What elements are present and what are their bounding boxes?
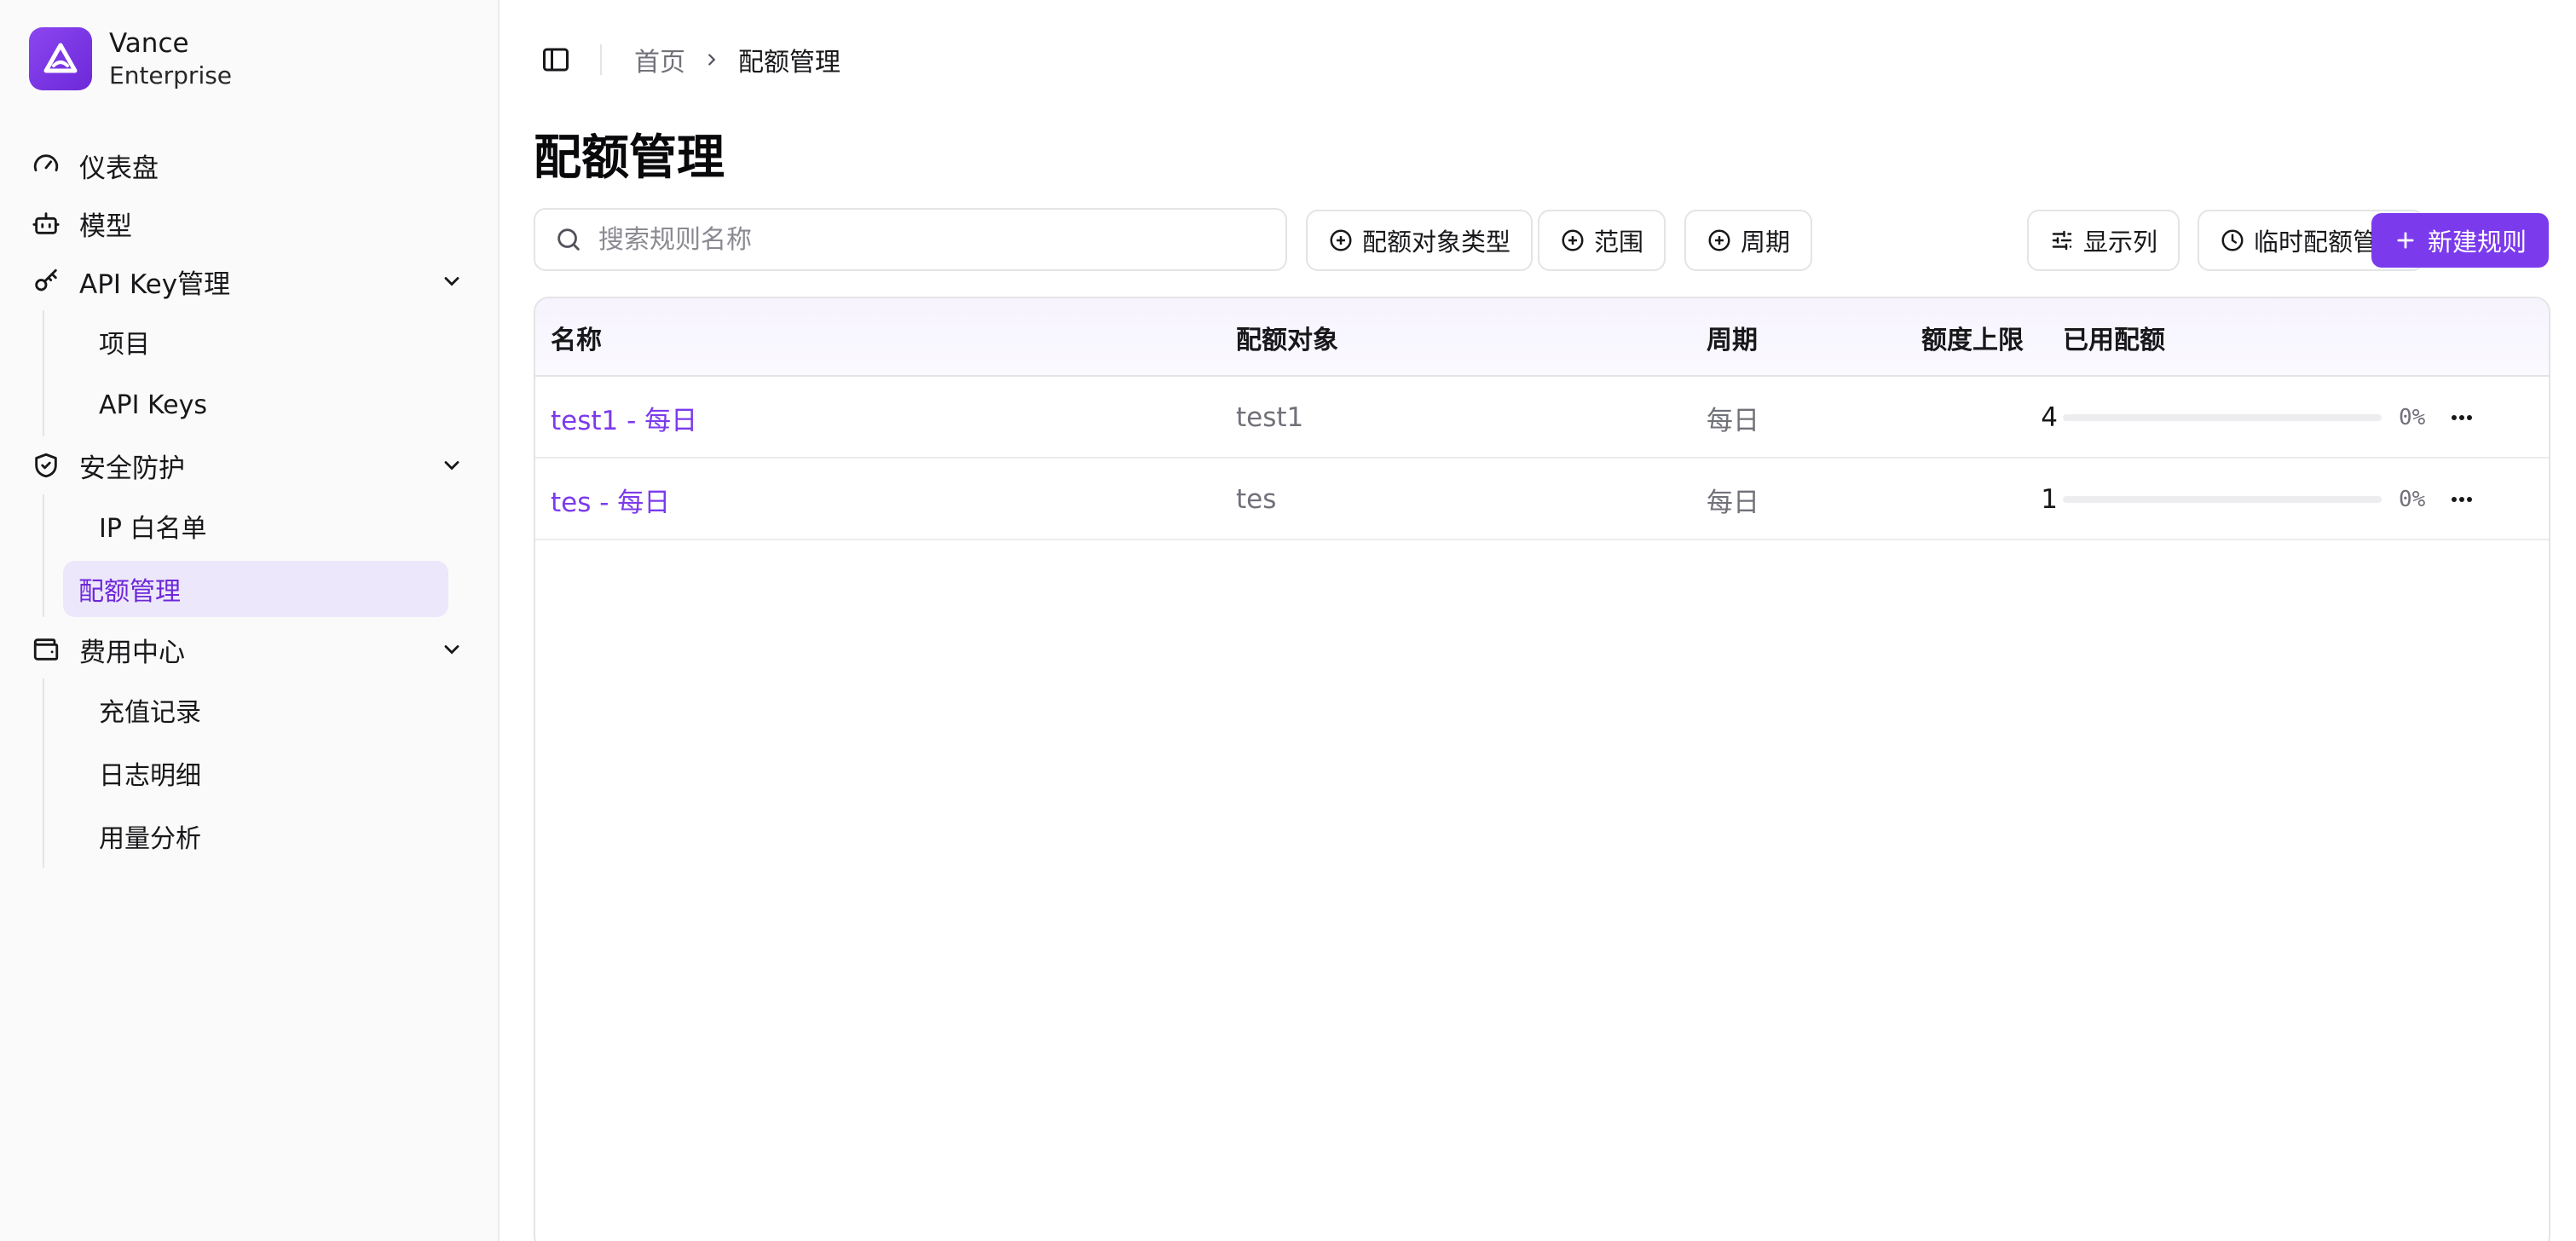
plus-circle-icon [1330, 229, 1352, 251]
display-columns-label: 显示列 [2083, 228, 2158, 257]
api-key-submenu: 项目 API Keys [43, 310, 472, 436]
filter-scope-label: 范围 [1594, 228, 1644, 257]
sidebar-item-label: 安全防护 [79, 453, 185, 484]
sidebar-item-quota-management[interactable]: 配额管理 [63, 561, 448, 617]
clock-icon [2221, 229, 2244, 251]
gauge-icon [31, 150, 61, 181]
usage-progress: 0% [2063, 377, 2425, 459]
sidebar-item-billing[interactable]: 费用中心 [29, 620, 472, 678]
sidebar-item-label: 费用中心 [79, 637, 185, 668]
brand-subtitle: Enterprise [109, 61, 233, 89]
sidebar-item-models[interactable]: 模型 [29, 194, 472, 252]
rule-period: 每日 [1707, 405, 1759, 436]
brand-logo-icon [29, 27, 92, 90]
rule-period: 每日 [1707, 487, 1759, 518]
row-actions-button[interactable] [2445, 484, 2479, 515]
plus-circle-icon [1708, 229, 1730, 251]
table-row[interactable]: test1 - 每日 test1 每日 4 0% [535, 377, 2549, 459]
sidebar-item-label: API Key管理 [79, 268, 231, 300]
filter-period-label: 周期 [1741, 228, 1791, 257]
usage-percent: 0% [2399, 405, 2426, 430]
sidebar-item-usage-analysis[interactable]: 用量分析 [63, 805, 448, 868]
quota-rules-table: 名称 配额对象 周期 额度上限 已用配额 test1 - 每日 test1 每日… [534, 297, 2550, 1241]
main-content: 首页 配额管理 配额管理 配额对象类型 范围 [500, 0, 2576, 1241]
wallet-icon [31, 634, 61, 665]
filter-period-button[interactable]: 周期 [1684, 210, 1813, 271]
column-header-used[interactable]: 已用配额 [2063, 298, 2165, 377]
table-header: 名称 配额对象 周期 额度上限 已用配额 [535, 298, 2549, 377]
rule-name-link[interactable]: test1 - 每日 [551, 377, 697, 459]
search-box [534, 208, 1287, 271]
topbar: 首页 配额管理 [534, 34, 840, 85]
sidebar-item-projects[interactable]: 项目 [63, 310, 448, 373]
filter-target-type-button[interactable]: 配额对象类型 [1306, 210, 1533, 271]
usage-progress-bar [2063, 496, 2382, 503]
rule-name-link[interactable]: tes - 每日 [551, 459, 670, 540]
sliders-icon [2052, 230, 2072, 251]
sidebar-item-log-details[interactable]: 日志明细 [63, 742, 448, 805]
shield-check-icon [31, 450, 61, 481]
column-header-period[interactable]: 周期 [1707, 298, 1758, 377]
column-header-limit[interactable]: 额度上限 [1921, 298, 2024, 377]
rule-limit: 4 [2041, 402, 2058, 433]
brand[interactable]: Vance Enterprise [29, 27, 232, 90]
more-horizontal-icon [2452, 415, 2472, 420]
chevron-down-icon[interactable] [440, 453, 464, 477]
filter-scope-button[interactable]: 范围 [1538, 210, 1666, 271]
breadcrumb-home[interactable]: 首页 [634, 41, 685, 78]
chevron-down-icon[interactable] [440, 269, 464, 293]
key-icon [31, 266, 61, 297]
new-rule-label: 新建规则 [2427, 228, 2527, 257]
sidebar-toggle-button[interactable] [534, 38, 578, 82]
toolbar: 配额对象类型 范围 周期 显示列 临时配额管理 新建规则 [534, 208, 2549, 273]
security-submenu: IP 白名单 配额管理 [43, 494, 472, 617]
sidebar-item-recharge-records[interactable]: 充值记录 [63, 678, 448, 742]
brand-name: Vance [109, 28, 189, 60]
panel-left-icon [543, 48, 569, 72]
new-rule-button[interactable]: 新建规则 [2371, 213, 2549, 268]
breadcrumb-current: 配额管理 [738, 48, 840, 78]
sidebar-item-label: 仪表盘 [79, 153, 159, 184]
sidebar-nav: 仪表盘 模型 API Key管理 项目 API Keys 安全防护 IP 白名单… [29, 136, 472, 868]
more-horizontal-icon [2452, 497, 2472, 502]
rule-limit: 1 [2041, 484, 2058, 515]
sidebar-item-api-key-management[interactable]: API Key管理 [29, 252, 472, 310]
column-header-target[interactable]: 配额对象 [1236, 298, 1338, 377]
table-row[interactable]: tes - 每日 tes 每日 1 0% [535, 459, 2549, 540]
chevron-down-icon[interactable] [440, 638, 464, 661]
column-header-name[interactable]: 名称 [551, 298, 602, 377]
sidebar-item-ip-whitelist[interactable]: IP 白名单 [63, 494, 448, 557]
usage-percent: 0% [2399, 487, 2426, 512]
sidebar-item-dashboard[interactable]: 仪表盘 [29, 136, 472, 194]
divider [600, 44, 602, 75]
sidebar-item-label: 模型 [79, 211, 132, 242]
billing-submenu: 充值记录 日志明细 用量分析 [43, 678, 472, 868]
sidebar: Vance Enterprise 仪表盘 模型 API Key管理 项目 API… [0, 0, 500, 1241]
rule-target: tes [1236, 484, 1277, 515]
display-columns-button[interactable]: 显示列 [2027, 210, 2180, 271]
rule-target: test1 [1236, 402, 1304, 433]
sidebar-item-api-keys[interactable]: API Keys [63, 373, 448, 436]
sidebar-item-security[interactable]: 安全防护 [29, 436, 472, 494]
usage-progress-bar [2063, 414, 2382, 421]
row-actions-button[interactable] [2445, 402, 2479, 433]
plus-icon [2397, 232, 2414, 249]
search-icon [557, 228, 580, 251]
search-input[interactable] [598, 224, 1246, 255]
page-title: 配额管理 [534, 130, 725, 186]
usage-progress: 0% [2063, 459, 2425, 540]
plus-circle-icon [1562, 229, 1584, 251]
bot-icon [31, 208, 61, 239]
filter-target-type-label: 配额对象类型 [1362, 228, 1511, 257]
chevron-right-icon [702, 50, 721, 69]
breadcrumb: 首页 配额管理 [634, 41, 840, 78]
